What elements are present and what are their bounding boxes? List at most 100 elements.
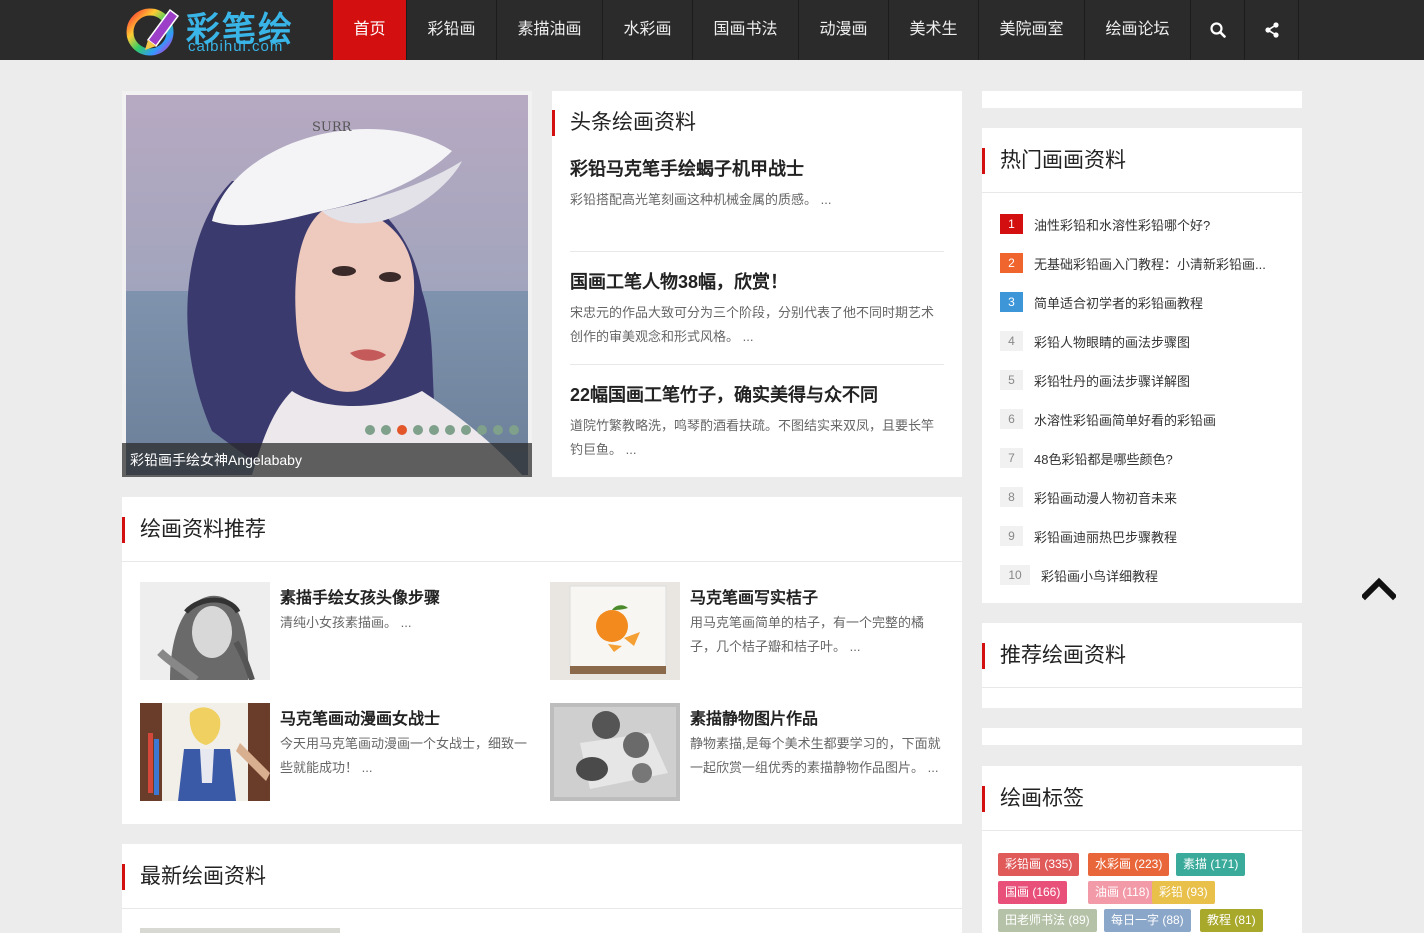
rank-badge: 10 xyxy=(1000,565,1030,585)
hot-list-item[interactable]: 5 彩铅牡丹的画法步骤详解图 xyxy=(1000,370,1290,390)
headline-divider xyxy=(570,251,944,252)
nav-watercolor[interactable]: 水彩画 xyxy=(603,0,693,60)
hot-item-title[interactable]: 水溶性彩铅画简单好看的彩铅画 xyxy=(1034,410,1289,429)
recommend-title-2[interactable]: 马克笔画写实桔子 xyxy=(690,584,818,608)
orange-drawing-image xyxy=(550,582,680,680)
tag-chip[interactable]: 素描 (171) xyxy=(1176,853,1246,876)
headline-title-2[interactable]: 国画工笔人物38幅，欣赏！ xyxy=(570,268,788,294)
hot-list-item[interactable]: 8 彩铅画动漫人物初音未来 xyxy=(1000,487,1290,507)
site-logo[interactable]: 彩笔绘 caibihui.com xyxy=(126,2,316,58)
slider-dot[interactable] xyxy=(397,425,407,435)
hot-item-title[interactable]: 彩铅画小鸟详细教程 xyxy=(1041,566,1290,585)
tag-chip[interactable]: 教程 (81) xyxy=(1200,909,1263,932)
hot-section-title: 热门画画资料 xyxy=(982,148,1126,174)
hot-list-item[interactable]: 2 无基础彩铅画入门教程：小清新彩铅画... xyxy=(1000,253,1290,273)
slider-dot[interactable] xyxy=(509,425,519,435)
latest-section-title: 最新绘画资料 xyxy=(122,864,266,890)
recommend-thumb-4[interactable] xyxy=(550,703,680,801)
headline-desc-2: 宋忠元的作品大致可分为三个阶段，分别代表了他不同时期艺术创作的审美观念和形式风格… xyxy=(570,305,935,344)
tag-chip[interactable]: 每日一字 (88) xyxy=(1104,909,1191,932)
headline-title-1[interactable]: 彩铅马克笔手绘蝎子机甲战士 xyxy=(570,155,804,181)
rank-badge: 2 xyxy=(1000,253,1023,273)
hot-list-item[interactable]: 10 彩铅画小鸟详细教程 xyxy=(1000,565,1290,585)
tag-chip[interactable]: 彩铅画 (335) xyxy=(998,853,1080,876)
hot-item-title[interactable]: 48色彩铅都是哪些颜色? xyxy=(1034,449,1289,468)
slider-dot[interactable] xyxy=(381,425,391,435)
section-divider xyxy=(982,830,1302,831)
search-button[interactable] xyxy=(1191,0,1245,60)
slider-dot[interactable] xyxy=(461,425,471,435)
section-divider xyxy=(982,192,1302,193)
hot-item-title[interactable]: 彩铅画动漫人物初音未来 xyxy=(1034,488,1289,507)
hot-list-item[interactable]: 7 48色彩铅都是哪些颜色? xyxy=(1000,448,1290,468)
slider-dot[interactable] xyxy=(445,425,455,435)
nav-anime[interactable]: 动漫画 xyxy=(799,0,889,60)
hot-list-item[interactable]: 4 彩铅人物眼睛的画法步骤图 xyxy=(1000,331,1290,351)
rank-badge: 3 xyxy=(1000,292,1023,312)
recommend-desc-2: 用马克笔画简单的桔子，有一个完整的橘子，几个桔子瓣和桔子叶。 ... xyxy=(690,615,925,654)
top-navigation-bar: 彩笔绘 caibihui.com 首页 彩铅画 素描油画 水彩画 国画书法 动漫… xyxy=(0,0,1424,60)
section-divider xyxy=(122,561,962,562)
slider-dots xyxy=(365,425,519,435)
recommend-thumb-3[interactable] xyxy=(140,703,270,801)
recommend-sidebar-title: 推荐绘画资料 xyxy=(982,643,1126,669)
hot-list-item[interactable]: 9 彩铅画迪丽热巴步骤教程 xyxy=(1000,526,1290,546)
sidebar-blank-widget xyxy=(982,728,1302,745)
rank-badge: 7 xyxy=(1000,448,1023,468)
hot-item-title[interactable]: 彩铅人物眼睛的画法步骤图 xyxy=(1034,332,1289,351)
tag-chip[interactable]: 水彩画 (223) xyxy=(1088,853,1170,876)
hot-item-title[interactable]: 简单适合初学者的彩铅画教程 xyxy=(1034,293,1289,312)
recommend-thumb-1[interactable] xyxy=(140,582,270,680)
hot-item-title[interactable]: 无基础彩铅画入门教程：小清新彩铅画... xyxy=(1034,254,1289,273)
slider-dot[interactable] xyxy=(365,425,375,435)
nav-home[interactable]: 首页 xyxy=(333,0,407,60)
recommend-title-4[interactable]: 素描静物图片作品 xyxy=(690,705,818,729)
share-button[interactable] xyxy=(1245,0,1299,60)
tags-panel: 绘画标签 彩铅画 (335) 水彩画 (223) 素描 (171) 国画 (166) 油… xyxy=(982,766,1302,933)
hot-list-item[interactable]: 3 简单适合初学者的彩铅画教程 xyxy=(1000,292,1290,312)
recommend-sidebar-panel: 推荐绘画资料 xyxy=(982,623,1302,708)
recommend-title-1[interactable]: 素描手绘女孩头像步骤 xyxy=(280,584,440,608)
headline-title-3[interactable]: 22幅国画工笔竹子，确实美得与众不同 xyxy=(570,381,878,407)
logo-text-domain: caibihui.com xyxy=(188,38,284,55)
recommend-desc-3: 今天用马克笔画动漫画一个女战士，细致一些就能成功！ ... xyxy=(280,736,528,775)
slider-dot[interactable] xyxy=(493,425,503,435)
section-divider xyxy=(982,687,1302,688)
hot-item-title[interactable]: 彩铅牡丹的画法步骤详解图 xyxy=(1034,371,1289,390)
hot-list-item[interactable]: 1 油性彩铅和水溶性彩铅哪个好? xyxy=(1000,214,1290,234)
rank-badge: 4 xyxy=(1000,331,1023,351)
nav-chinese-painting[interactable]: 国画书法 xyxy=(693,0,799,60)
rank-badge: 9 xyxy=(1000,526,1023,546)
rank-badge: 8 xyxy=(1000,487,1023,507)
headline-desc-1: 彩铅搭配高光笔刻画这种机械金属的质感。 ... xyxy=(570,192,832,207)
slider-image: SURR xyxy=(122,91,532,477)
hot-item-title[interactable]: 彩铅画迪丽热巴步骤教程 xyxy=(1034,527,1289,546)
headlines-section-title: 头条绘画资料 xyxy=(552,110,696,136)
featured-slider[interactable]: SURR 彩铅画手绘女神Angelababy xyxy=(122,91,532,477)
recommend-thumb-2[interactable] xyxy=(550,582,680,680)
search-icon xyxy=(1209,22,1226,38)
nav-art-studio[interactable]: 美院画室 xyxy=(979,0,1085,60)
nav-forum[interactable]: 绘画论坛 xyxy=(1085,0,1191,60)
slider-dot[interactable] xyxy=(477,425,487,435)
hot-list-item[interactable]: 6 水溶性彩铅画简单好看的彩铅画 xyxy=(1000,409,1290,429)
nav-sketch-oil[interactable]: 素描油画 xyxy=(497,0,603,60)
slider-dot[interactable] xyxy=(429,425,439,435)
tag-chip[interactable]: 田老师书法 (89) xyxy=(998,909,1097,932)
svg-text:SURR: SURR xyxy=(312,120,353,135)
recommend-title-3[interactable]: 马克笔画动漫画女战士 xyxy=(280,705,440,729)
rank-badge: 5 xyxy=(1000,370,1023,390)
nav-colored-pencil[interactable]: 彩铅画 xyxy=(407,0,497,60)
recommend-panel: 绘画资料推荐 素描手绘女孩头像步骤 清纯小女孩素描画。 ... 马克笔画写实桔子… xyxy=(122,497,962,824)
sketch-girl-image xyxy=(140,582,270,680)
rank-badge: 6 xyxy=(1000,409,1023,429)
slider-dot[interactable] xyxy=(413,425,423,435)
nav-art-student[interactable]: 美术生 xyxy=(889,0,979,60)
recommend-section-title: 绘画资料推荐 xyxy=(122,517,266,543)
slider-caption[interactable]: 彩铅画手绘女神Angelababy xyxy=(122,443,532,477)
tag-chip[interactable]: 油画 (118) xyxy=(1088,881,1157,904)
back-to-top-button[interactable] xyxy=(1360,574,1398,604)
tag-chip[interactable]: 彩铅 (93) xyxy=(1152,881,1215,904)
tag-chip[interactable]: 国画 (166) xyxy=(998,881,1068,904)
hot-item-title[interactable]: 油性彩铅和水溶性彩铅哪个好? xyxy=(1034,215,1289,234)
